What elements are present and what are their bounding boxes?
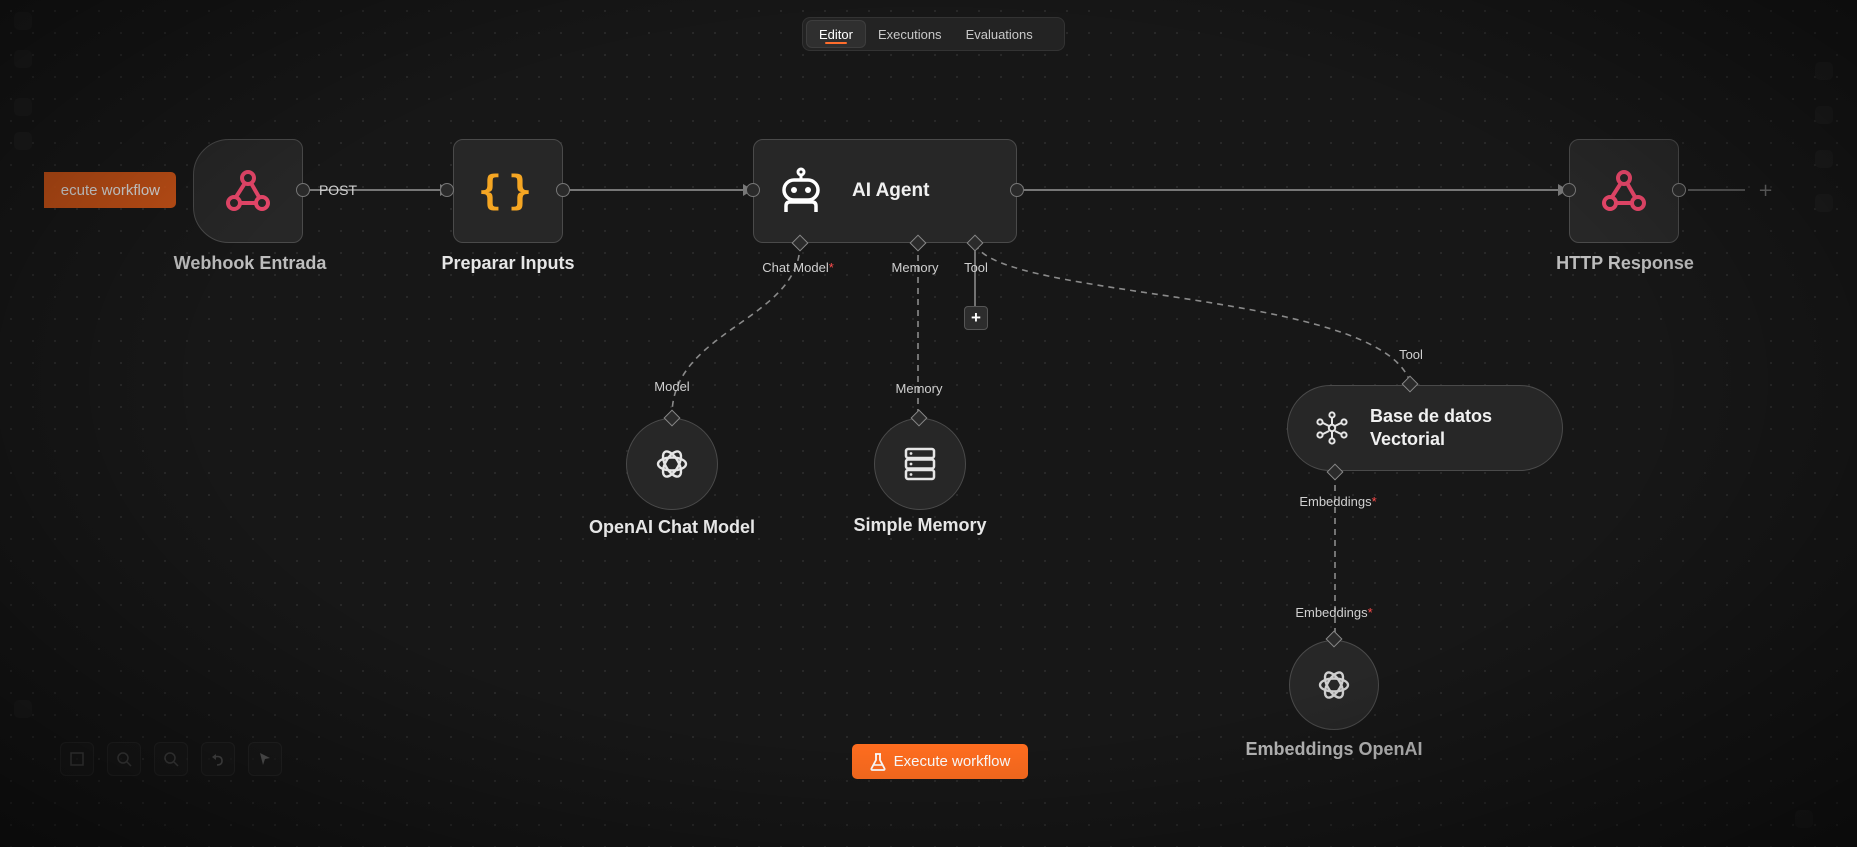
node-title-agent: AI Agent xyxy=(852,180,930,201)
node-simple-memory[interactable] xyxy=(874,418,966,510)
node-title-vector: Base de datos Vectorial xyxy=(1370,405,1492,451)
vector-label-line2: Vectorial xyxy=(1370,429,1446,449)
tab-editor[interactable]: Editor xyxy=(806,20,866,48)
fit-view-icon xyxy=(70,752,84,766)
right-panel-icon[interactable] xyxy=(1815,62,1833,80)
sidebar-icon[interactable] xyxy=(14,700,32,718)
port-label-memory: Memory xyxy=(891,260,939,275)
edge-agent-tool-vector xyxy=(974,243,1411,383)
webhook-icon xyxy=(226,170,270,211)
node-openai-chat-model[interactable] xyxy=(626,418,718,510)
tab-evaluations[interactable]: Evaluations xyxy=(954,20,1045,48)
response-output-handle[interactable] xyxy=(1672,183,1686,197)
add-tool-button[interactable]: + xyxy=(964,306,988,330)
node-webhook-entrada[interactable] xyxy=(193,139,303,243)
node-label-embeddings: Embeddings OpenAI xyxy=(1245,739,1423,759)
node-ai-agent[interactable]: AI Agent xyxy=(753,139,1017,243)
zoom-in-button[interactable] xyxy=(107,742,141,776)
cursor-icon xyxy=(260,753,270,765)
curly-braces-icon: {} xyxy=(477,168,539,214)
port-label-embeddings-out: Embeddings* xyxy=(1299,494,1377,509)
port-label-chat-model: Chat Model* xyxy=(762,260,834,275)
agent-output-handle[interactable] xyxy=(1010,183,1024,197)
view-tabs: Editor Executions Evaluations xyxy=(802,17,1065,51)
port-label-memory-in: Memory xyxy=(895,381,943,396)
node-http-response[interactable] xyxy=(1569,139,1679,243)
database-icon xyxy=(904,447,936,481)
right-panel-icon[interactable] xyxy=(1815,150,1833,168)
agent-input-handle[interactable] xyxy=(746,183,760,197)
sidebar-icon[interactable] xyxy=(14,50,32,68)
flask-icon xyxy=(870,752,886,771)
execute-workflow-label: Execute workflow xyxy=(893,753,1011,770)
port-label-embeddings-in: Embeddings* xyxy=(1295,605,1373,620)
sidebar-icon[interactable] xyxy=(14,98,32,116)
node-preparar-inputs[interactable]: {} xyxy=(453,139,563,243)
node-base-de-datos-vectorial[interactable]: Base de datos Vectorial xyxy=(1287,385,1563,471)
right-panel-icon[interactable] xyxy=(1815,106,1833,124)
port-label-model: Model xyxy=(654,379,690,394)
node-label-response: HTTP Response xyxy=(1556,253,1694,273)
sidebar-icon[interactable] xyxy=(14,12,32,30)
node-embeddings-openai[interactable] xyxy=(1289,640,1379,730)
prepare-output-handle[interactable] xyxy=(556,183,570,197)
openai-icon xyxy=(1318,671,1350,699)
webhook-output-handle[interactable] xyxy=(296,183,310,197)
webhook-icon xyxy=(1602,170,1646,211)
zoom-out-button[interactable] xyxy=(154,742,188,776)
sidebar-icon[interactable] xyxy=(14,132,32,150)
select-tool-button[interactable] xyxy=(248,742,282,776)
node-label-chat-model: OpenAI Chat Model xyxy=(589,517,755,537)
undo-icon xyxy=(212,754,223,766)
robot-icon xyxy=(782,167,820,212)
zoom-in-icon xyxy=(117,752,132,767)
execute-workflow-button-faded[interactable]: ecute workflow xyxy=(44,172,176,208)
openai-icon xyxy=(656,450,688,478)
zoom-out-icon xyxy=(164,752,179,767)
node-label-webhook: Webhook Entrada xyxy=(173,253,327,273)
execute-workflow-button[interactable]: Execute workflow xyxy=(852,744,1028,779)
add-node-plus: + xyxy=(1758,180,1773,201)
edge-label-post: POST xyxy=(318,182,358,198)
vector-store-icon xyxy=(1316,411,1348,445)
port-label-tool: Tool xyxy=(964,260,988,275)
vector-label-line1: Base de datos xyxy=(1370,406,1493,426)
tab-executions[interactable]: Executions xyxy=(866,20,954,48)
right-panel-icon[interactable] xyxy=(1815,194,1833,212)
node-label-memory: Simple Memory xyxy=(853,515,987,535)
zoom-to-fit-button[interactable] xyxy=(60,742,94,776)
right-panel-icon[interactable] xyxy=(1795,810,1813,828)
undo-button[interactable] xyxy=(201,742,235,776)
node-label-prepare: Preparar Inputs xyxy=(441,253,575,273)
response-input-handle[interactable] xyxy=(1562,183,1576,197)
port-label-tool-in: Tool xyxy=(1399,347,1423,362)
prepare-input-handle[interactable] xyxy=(440,183,454,197)
